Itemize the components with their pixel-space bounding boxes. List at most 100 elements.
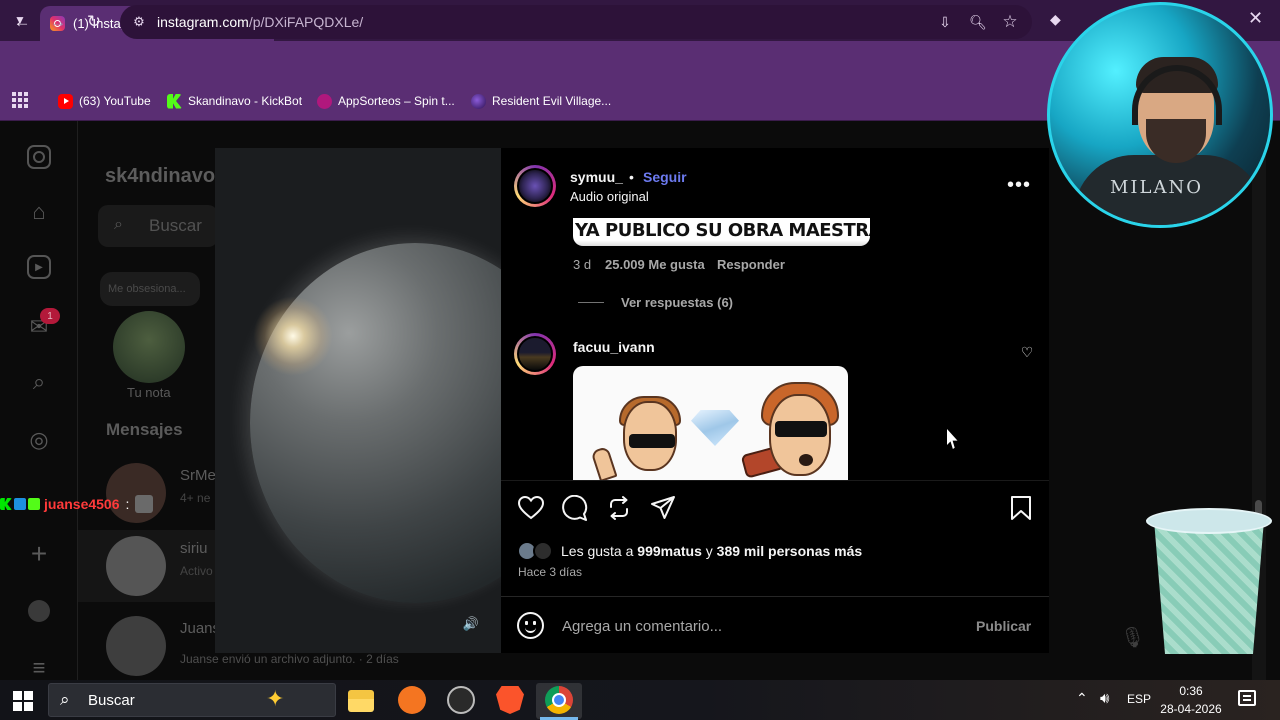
publish-button[interactable]: Publicar (976, 618, 1031, 634)
reload-button[interactable]: ↻ (82, 10, 106, 34)
notifications-icon[interactable] (1238, 690, 1256, 706)
bookmark-resident-evil[interactable]: Resident Evil Village... (471, 92, 611, 110)
avatar (106, 616, 166, 676)
reel-video[interactable]: 🔊 (215, 148, 501, 653)
comment-bubble-icon[interactable] (561, 494, 589, 522)
sunlight-flare (253, 296, 333, 376)
search-icon: ⌕ (60, 690, 70, 709)
profile-avatar[interactable] (28, 600, 50, 622)
save-bookmark-icon[interactable] (1007, 494, 1035, 522)
window-close-button[interactable]: ✕ (1248, 8, 1263, 29)
comment-likes[interactable]: 25.009 Me gusta (605, 257, 705, 272)
like-heart-icon[interactable] (517, 494, 545, 522)
apps-grid-icon[interactable] (12, 92, 28, 108)
bin-rim (1146, 508, 1272, 534)
share-send-icon[interactable] (649, 494, 677, 522)
meme-hand (590, 446, 618, 480)
reels-icon[interactable]: ▶ (27, 255, 51, 279)
search-icon[interactable]: ⌕ (26, 369, 52, 395)
likes-middle: y (701, 543, 717, 559)
bookmark-star-icon[interactable]: ☆ (1000, 12, 1020, 32)
dm-search-placeholder: Buscar (149, 216, 202, 235)
emoji-smiley-icon[interactable] (517, 612, 544, 639)
bin-body (1154, 520, 1264, 654)
instagram-logo-icon[interactable] (27, 145, 51, 169)
conversation-name: siriu (180, 540, 208, 557)
likes-summary[interactable]: Les gusta a 999matus y 389 mil personas … (561, 543, 862, 559)
input-language[interactable]: ESP (1127, 692, 1151, 706)
show-hidden-icons-chevron-icon[interactable]: ⌃ (1076, 690, 1088, 707)
file-explorer-icon[interactable] (348, 690, 374, 712)
zoom-icon[interactable]: 🔍︎ (968, 12, 988, 32)
likes-user[interactable]: 999matus (637, 543, 702, 559)
chat-username: juanse4506 (44, 496, 120, 512)
comment-like-heart-icon[interactable]: ♡ (1018, 343, 1036, 361)
reply-button[interactable]: Responder (717, 257, 785, 272)
bookmark-label: Skandinavo - KickBot (188, 94, 303, 108)
conversation-row[interactable]: SrMe 4+ ne (78, 457, 218, 529)
clock-time[interactable]: 0:36 (1162, 684, 1220, 698)
create-plus-icon[interactable]: + (26, 538, 52, 569)
likes-others[interactable]: 389 mil personas más (717, 543, 863, 559)
webcam-overlay: MILANO (1047, 2, 1273, 228)
avatar (106, 536, 166, 596)
divider (501, 480, 1049, 481)
crunchyroll-icon[interactable] (398, 686, 426, 714)
back-button[interactable]: ← (10, 10, 34, 34)
dm-username: sk4ndinavo (105, 165, 216, 187)
explore-compass-icon[interactable]: ◎ (26, 427, 52, 453)
more-options-icon[interactable]: ••• (1006, 173, 1032, 197)
chat-emote-icon (135, 495, 154, 513)
home-icon[interactable]: ⌂ (26, 199, 52, 225)
subscriber-badge-icon (28, 498, 40, 510)
bookmark-appsorteos[interactable]: AppSorteos – Spin t... (317, 92, 455, 110)
url-text[interactable]: instagram.com/p/DXiFAPQDXLe/ (157, 14, 363, 30)
address-bar[interactable]: ⚙ instagram.com/p/DXiFAPQDXLe/ ⇩ 🔍︎ ☆ (120, 5, 1032, 39)
search-highlight-sparkle-icon: ✦ (266, 686, 285, 711)
conversation-row[interactable]: siriu Activo (78, 530, 218, 602)
webcam-shirt-text: MILANO (1110, 177, 1203, 198)
messages-heading: Mensajes (106, 420, 183, 439)
clock-date[interactable]: 28-04-2026 (1158, 702, 1224, 716)
bookmark-youtube[interactable]: (63) YouTube (58, 92, 151, 110)
conversation-preview: Activo (180, 564, 213, 578)
commenter-avatar[interactable] (514, 333, 556, 375)
author-avatar[interactable] (514, 165, 556, 207)
kick-badge-icon (0, 498, 12, 510)
volume-icon[interactable]: 🔊 (461, 614, 481, 634)
view-replies-button[interactable]: Ver respuestas (6) (621, 295, 733, 310)
bookmark-kickbot[interactable]: Skandinavo - KickBot (167, 92, 302, 110)
avatar (533, 541, 553, 561)
clock-app-icon[interactable] (447, 686, 475, 714)
note-bubble[interactable]: Me obsesiona... (100, 272, 200, 306)
brave-browser-icon[interactable] (496, 686, 524, 714)
recycle-bin-icon[interactable] (1146, 508, 1272, 656)
bookmark-label: Resident Evil Village... (492, 94, 612, 108)
add-comment-input[interactable] (562, 615, 952, 637)
divider (501, 596, 1049, 597)
author-username[interactable]: symuu_ (570, 169, 623, 185)
repost-icon[interactable] (605, 494, 633, 522)
menu-icon[interactable]: ≡ (26, 655, 52, 681)
original-audio-link[interactable]: Audio original (570, 189, 649, 204)
separator-dot: • (629, 169, 634, 185)
volume-icon[interactable]: 🔊︎ (1100, 690, 1109, 707)
likes-prefix: Les gusta a (561, 543, 638, 559)
likers-avatars[interactable] (517, 541, 557, 561)
site-info-icon[interactable]: ⚙ (130, 13, 148, 31)
forward-button[interactable]: → (46, 10, 70, 34)
install-app-icon[interactable]: ⇩ (935, 12, 955, 32)
note-avatar[interactable] (113, 311, 185, 383)
microphone-icon[interactable]: 🎙︎ (1120, 625, 1145, 651)
conversation-row[interactable]: Juans (78, 610, 220, 682)
follow-button[interactable]: Seguir (643, 169, 687, 185)
meme-diamond (691, 410, 739, 446)
conversation-name: SrMe (180, 467, 216, 484)
bookmark-label: AppSorteos – Spin t... (338, 94, 455, 108)
windows-start-icon[interactable] (13, 691, 33, 711)
commenter-username[interactable]: facuu_ivann (573, 339, 655, 355)
youtube-icon (58, 93, 73, 109)
search-icon: ⌕ (114, 216, 123, 233)
extension-icon[interactable]: ◆ (1050, 11, 1070, 31)
chrome-icon[interactable] (545, 686, 573, 714)
